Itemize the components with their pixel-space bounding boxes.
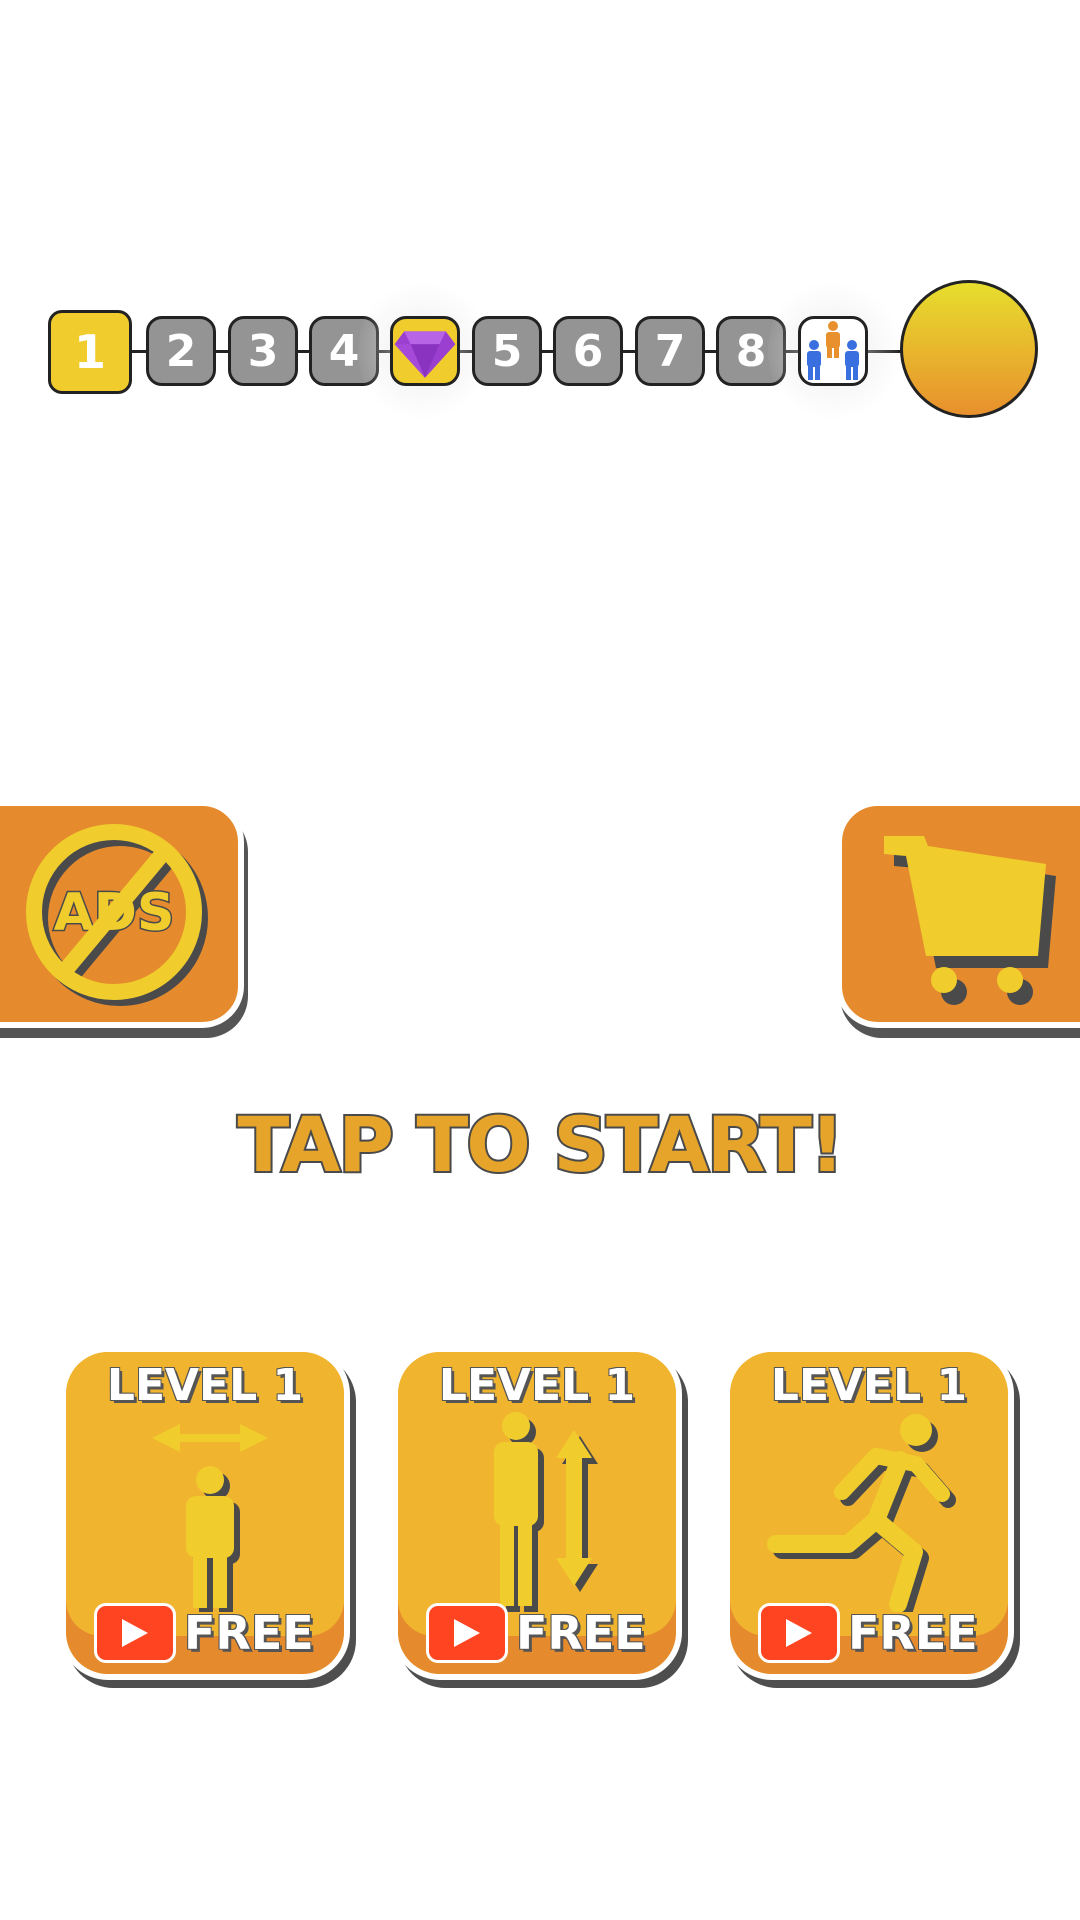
- running-person-icon: [767, 1414, 956, 1612]
- level-step-label: 2: [165, 325, 197, 377]
- shop-button[interactable]: [836, 800, 1080, 1028]
- free-label: FREE: [848, 1606, 978, 1660]
- level-step-label: 5: [491, 325, 523, 377]
- level-step-label: 6: [572, 325, 604, 377]
- height-arrows-person-icon: [494, 1412, 598, 1612]
- no-ads-icon: ADS: [26, 824, 208, 1006]
- level-step-gem-reward: [390, 316, 460, 386]
- level-step-6: 6: [553, 316, 623, 386]
- video-ad-button[interactable]: [758, 1603, 840, 1663]
- level-step-team-reward: [798, 316, 868, 386]
- upgrade-card-width[interactable]: LEVEL 1 FREE: [60, 1346, 350, 1680]
- level-step-7: 7: [635, 316, 705, 386]
- level-step-label: 3: [247, 325, 279, 377]
- play-icon: [122, 1619, 148, 1647]
- video-ad-button[interactable]: [426, 1603, 508, 1663]
- video-ad-button[interactable]: [94, 1603, 176, 1663]
- crowd-icon: [807, 321, 859, 380]
- no-ads-button[interactable]: ADS: [0, 800, 244, 1028]
- level-step-label: 8: [735, 325, 767, 377]
- tap-to-start-title[interactable]: TAP TO START!: [0, 1098, 1080, 1191]
- level-step-label: 1: [73, 325, 106, 379]
- level-step-2: 2: [146, 316, 216, 386]
- upgrade-level-label: LEVEL 1: [106, 1360, 304, 1411]
- level-progress-track: 1 2 3 4 5 6 7 8: [48, 276, 1038, 428]
- free-video-row[interactable]: FREE: [94, 1602, 314, 1664]
- play-icon: [454, 1619, 480, 1647]
- gold-coin-icon: [900, 280, 1038, 418]
- purple-gem-icon: [394, 331, 456, 378]
- free-video-row[interactable]: FREE: [426, 1602, 646, 1664]
- level-step-1: 1: [48, 310, 132, 394]
- upgrade-card-speed[interactable]: LEVEL 1 FREE: [724, 1346, 1014, 1680]
- level-step-5: 5: [472, 316, 542, 386]
- level-step-label: 4: [328, 325, 360, 377]
- upgrade-level-label: LEVEL 1: [438, 1360, 636, 1411]
- free-label: FREE: [516, 1606, 646, 1660]
- upgrade-card-height[interactable]: LEVEL 1 FREE: [392, 1346, 682, 1680]
- upgrade-level-label: LEVEL 1: [770, 1360, 968, 1411]
- level-step-3: 3: [228, 316, 298, 386]
- free-label: FREE: [184, 1606, 314, 1660]
- level-step-label: 7: [654, 325, 686, 377]
- free-video-row[interactable]: FREE: [758, 1602, 978, 1664]
- width-arrows-person-icon: [152, 1424, 268, 1612]
- shopping-cart-icon: [884, 836, 1056, 1005]
- play-icon: [786, 1619, 812, 1647]
